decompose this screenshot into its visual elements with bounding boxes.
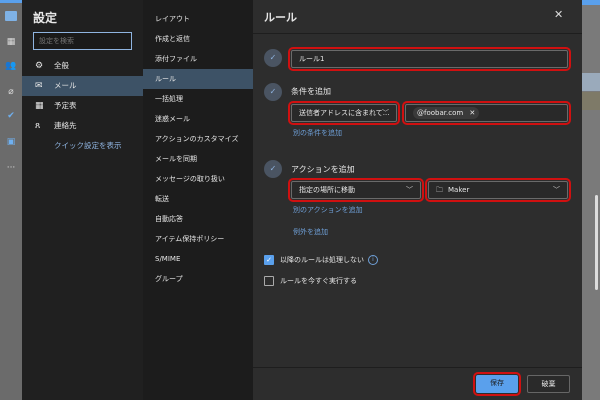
nav-label: 予定表 — [54, 101, 77, 110]
nav-label: メール — [54, 81, 77, 90]
stop-processing-label: 以降のルールは処理しない — [280, 256, 364, 264]
check-icon: ✓ — [264, 160, 282, 178]
settings-nav: 設定 ⚙ 全般 ✉ メール ▦ 予定表 ጸ 連絡先 クイック設定を表示 — [22, 0, 143, 400]
stop-processing-checkbox[interactable]: ✓ — [264, 255, 274, 265]
remove-icon[interactable]: ✕ — [469, 109, 475, 117]
mail-submenu: レイアウト 作成と返信 添付ファイル ルール 一括処理 迷惑メール アクションの… — [143, 0, 253, 400]
rule-panel-title: ルール — [264, 11, 297, 24]
condition-value-field[interactable]: @foobar.com ✕ — [402, 101, 571, 125]
submenu-item[interactable]: S/MIME — [143, 249, 253, 269]
nav-item-general[interactable]: ⚙ 全般 — [22, 56, 143, 76]
submenu-item[interactable]: メールを同期 — [143, 149, 253, 169]
submenu-item[interactable]: 転送 — [143, 189, 253, 209]
run-now-label: ルールを今すぐ実行する — [280, 277, 357, 285]
people-icon[interactable]: 👥 — [5, 61, 17, 71]
condition-select-value: 送信者アドレスに含まれて... — [299, 109, 390, 117]
nav-label: 連絡先 — [54, 121, 77, 130]
quick-settings-link[interactable]: クイック設定を表示 — [22, 136, 143, 156]
condition-select[interactable]: 送信者アドレスに含まれて... ﹀ — [288, 101, 400, 125]
folder-select-value: Maker — [448, 186, 470, 194]
more-icon[interactable]: ··· — [5, 163, 17, 173]
folder-icon: 🗀 — [436, 186, 443, 194]
nav-item-calendar[interactable]: ▦ 予定表 — [22, 96, 143, 116]
chevron-down-icon: ﹀ — [553, 186, 560, 194]
info-icon[interactable]: i — [368, 255, 378, 265]
check-icon: ✓ — [264, 83, 282, 101]
close-icon[interactable]: ✕ — [554, 8, 563, 21]
mail-icon[interactable] — [5, 11, 17, 21]
rail-accent — [0, 0, 22, 3]
submenu-item[interactable]: グループ — [143, 269, 253, 289]
submenu-item[interactable]: 作成と返信 — [143, 29, 253, 49]
condition-label: 条件を追加 — [291, 87, 331, 96]
add-condition-link[interactable]: 別の条件を追加 — [293, 128, 342, 138]
add-action-link[interactable]: 別のアクションを追加 — [293, 205, 363, 215]
run-now-checkbox[interactable] — [264, 276, 274, 286]
submenu-item[interactable]: レイアウト — [143, 9, 253, 29]
nav-item-mail[interactable]: ✉ メール — [22, 76, 143, 96]
attachment-icon[interactable]: ⌀ — [5, 87, 17, 97]
submenu-item[interactable]: 迷惑メール — [143, 109, 253, 129]
gear-icon: ⚙ — [35, 61, 44, 71]
divider — [253, 367, 582, 368]
calendar-icon[interactable]: ▦ — [5, 37, 17, 47]
action-label: アクションを追加 — [291, 165, 355, 174]
submenu-item[interactable]: アイテム保持ポリシー — [143, 229, 253, 249]
calendar-icon: ▦ — [35, 101, 44, 111]
yammer-icon[interactable]: ▣ — [5, 137, 17, 147]
folder-select[interactable]: 🗀 Maker ﹀ — [425, 178, 571, 202]
condition-value-chip: @foobar.com ✕ — [413, 107, 480, 119]
submenu-item[interactable]: 添付ファイル — [143, 49, 253, 69]
submenu-item[interactable]: アクションのカスタマイズ — [143, 129, 253, 149]
scrollbar[interactable] — [595, 195, 598, 290]
add-exception-link[interactable]: 例外を追加 — [293, 227, 328, 237]
action-select[interactable]: 指定の場所に移動 ﹀ — [288, 178, 424, 202]
action-select-value: 指定の場所に移動 — [299, 186, 355, 194]
check-icon: ✓ — [264, 49, 282, 67]
save-button[interactable]: 保存 — [473, 372, 521, 396]
submenu-item[interactable]: 自動応答 — [143, 209, 253, 229]
todo-icon[interactable]: ✔ — [5, 111, 17, 121]
people-icon: ጸ — [35, 121, 41, 131]
submenu-item[interactable]: 一括処理 — [143, 89, 253, 109]
chevron-down-icon: ﹀ — [406, 186, 413, 194]
rule-name-input[interactable]: ルール1 — [288, 47, 571, 71]
discard-button[interactable]: 破棄 — [527, 375, 570, 393]
app-rail: ▦ 👥 ⌀ ✔ ▣ ··· — [0, 0, 22, 400]
mail-icon: ✉ — [35, 81, 43, 91]
settings-search-input[interactable] — [33, 32, 132, 50]
submenu-item-rules[interactable]: ルール — [143, 69, 253, 89]
settings-title: 設定 — [33, 11, 58, 25]
divider — [253, 33, 582, 34]
chevron-down-icon: ﹀ — [382, 109, 389, 117]
nav-label: 全般 — [54, 61, 69, 70]
nav-item-contacts[interactable]: ጸ 連絡先 — [22, 116, 143, 136]
submenu-item[interactable]: メッセージの取り扱い — [143, 169, 253, 189]
background-mail-list — [582, 0, 600, 400]
chip-text: @foobar.com — [417, 109, 464, 117]
